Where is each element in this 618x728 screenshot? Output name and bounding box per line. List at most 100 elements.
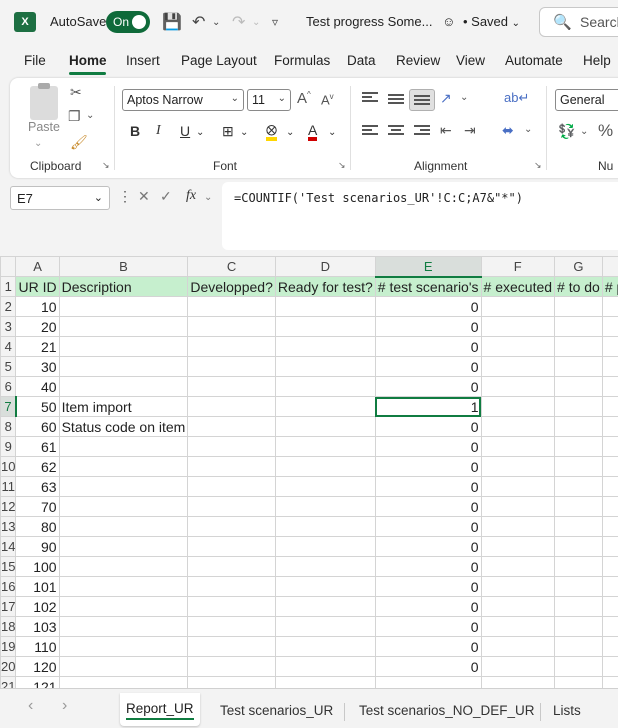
active-cell-e7[interactable]: 1	[374, 396, 482, 417]
number-format-dropdown[interactable]: General	[555, 89, 618, 111]
cell-ready-for-test[interactable]	[274, 336, 376, 357]
cell-ready-for-test[interactable]	[274, 656, 376, 677]
cell-to-do[interactable]	[554, 656, 603, 677]
row-header[interactable]: 8	[0, 416, 17, 437]
row-header[interactable]: 10	[0, 456, 17, 477]
cell-ur-id[interactable]: 70	[15, 496, 60, 517]
enter-check-icon[interactable]: ✓	[160, 188, 172, 205]
cell-test-scenarios[interactable]: 0	[374, 556, 482, 577]
cell-to-do[interactable]	[554, 436, 603, 457]
cell-executed[interactable]	[480, 556, 556, 577]
cell-ur-id[interactable]: 121	[15, 676, 60, 688]
header-cell-to-do[interactable]: # to do	[554, 276, 603, 297]
cell-ur-id[interactable]: 102	[15, 596, 60, 617]
cell-executed[interactable]	[480, 496, 556, 517]
cell-test-scenarios[interactable]: 0	[374, 496, 482, 517]
cell-test-scenarios[interactable]: 0	[374, 376, 482, 397]
underline-dropdown-icon[interactable]: ⌄	[196, 127, 204, 138]
cell-ready-for-test[interactable]	[274, 596, 376, 617]
insert-function-icon[interactable]: fx	[186, 188, 196, 204]
cell-executed[interactable]	[480, 536, 556, 557]
row-header[interactable]: 3	[0, 316, 17, 337]
row-header[interactable]: 16	[0, 576, 17, 597]
cell-ready-for-test[interactable]	[274, 296, 376, 317]
row-header[interactable]: 19	[0, 636, 17, 657]
borders-dropdown-icon[interactable]: ⌄	[240, 127, 248, 138]
tab-data[interactable]: Data	[347, 53, 376, 68]
cell-developped[interactable]	[187, 356, 276, 377]
cell-ready-for-test[interactable]	[274, 516, 376, 537]
cell-executed[interactable]	[480, 456, 556, 477]
italic-button[interactable]: I	[156, 123, 161, 139]
cell-executed[interactable]	[480, 376, 556, 397]
redo-dropdown-icon[interactable]: ⌄	[252, 17, 260, 28]
cell-executed[interactable]	[480, 636, 556, 657]
cell-ready-for-test[interactable]	[274, 316, 376, 337]
cell-ur-id[interactable]: 20	[15, 316, 60, 337]
cell-ready-for-test[interactable]	[274, 456, 376, 477]
cell-developped[interactable]	[187, 496, 276, 517]
row-header[interactable]: 21	[0, 676, 17, 688]
cell-to-do[interactable]	[554, 356, 603, 377]
orientation-icon[interactable]: ↗	[440, 90, 452, 107]
alignment-launcher-icon[interactable]: ↘	[534, 160, 542, 171]
cell-passed[interactable]	[601, 356, 618, 377]
cell-developped[interactable]	[187, 316, 276, 337]
cell-ready-for-test[interactable]	[274, 636, 376, 657]
select-all-corner[interactable]	[0, 256, 17, 277]
underline-button[interactable]: U	[180, 123, 190, 139]
cell-test-scenarios[interactable]: 0	[374, 296, 482, 317]
cell-description[interactable]	[58, 576, 189, 597]
cell-test-scenarios[interactable]: 0	[374, 436, 482, 457]
search-box[interactable]: 🔍 Search	[539, 7, 618, 37]
cell-to-do[interactable]	[554, 676, 603, 688]
row-header[interactable]: 11	[0, 476, 17, 497]
tab-file[interactable]: File	[24, 53, 46, 68]
cell-ready-for-test[interactable]	[274, 416, 376, 437]
cell-ready-for-test[interactable]	[274, 396, 376, 417]
autosave-toggle[interactable]: On	[106, 11, 150, 33]
header-cell-passed[interactable]: # pas	[601, 276, 618, 297]
cell-ur-id[interactable]: 50	[15, 396, 60, 417]
paste-icon[interactable]	[30, 83, 58, 120]
cell-ur-id[interactable]: 100	[15, 556, 60, 577]
cell-developped[interactable]	[187, 636, 276, 657]
row-header[interactable]: 6	[0, 376, 17, 397]
column-header-d[interactable]: D	[274, 256, 376, 277]
sheet-tab-report-ur[interactable]: Report_UR	[120, 693, 200, 726]
name-box[interactable]: E7 ⌄	[10, 186, 110, 210]
row-header[interactable]: 20	[0, 656, 17, 677]
cell-description[interactable]	[58, 316, 189, 337]
tab-review[interactable]: Review	[396, 53, 440, 68]
cell-test-scenarios[interactable]: 0	[374, 356, 482, 377]
cell-passed[interactable]	[601, 336, 618, 357]
customize-toolbar-icon[interactable]: ▿	[272, 15, 278, 29]
cell-test-scenarios[interactable]: 0	[374, 516, 482, 537]
format-painter-icon[interactable]: 🖌	[70, 134, 88, 151]
cell-passed[interactable]	[601, 436, 618, 457]
percent-icon[interactable]: %	[598, 121, 613, 141]
cell-description[interactable]	[58, 456, 189, 477]
tab-page-layout[interactable]: Page Layout	[181, 53, 257, 68]
font-launcher-icon[interactable]: ↘	[338, 160, 346, 171]
cell-passed[interactable]	[601, 516, 618, 537]
cell-developped[interactable]	[187, 556, 276, 577]
cell-developped[interactable]	[187, 656, 276, 677]
cell-ready-for-test[interactable]	[274, 496, 376, 517]
cell-passed[interactable]	[601, 396, 618, 417]
row-header[interactable]: 5	[0, 356, 17, 377]
cell-to-do[interactable]	[554, 376, 603, 397]
cell-ur-id[interactable]: 90	[15, 536, 60, 557]
increase-indent-icon[interactable]: ⇥	[464, 122, 476, 139]
align-right-icon[interactable]	[414, 125, 430, 137]
tab-insert[interactable]: Insert	[126, 53, 160, 68]
cell-ready-for-test[interactable]	[274, 616, 376, 637]
cell-developped[interactable]	[187, 336, 276, 357]
cell-description[interactable]	[58, 516, 189, 537]
cell-developped[interactable]	[187, 476, 276, 497]
cell-developped[interactable]	[187, 516, 276, 537]
header-cell-executed[interactable]: # executed	[480, 276, 556, 297]
copy-icon[interactable]: ❐	[68, 108, 81, 125]
cell-to-do[interactable]	[554, 596, 603, 617]
cell-developped[interactable]	[187, 456, 276, 477]
